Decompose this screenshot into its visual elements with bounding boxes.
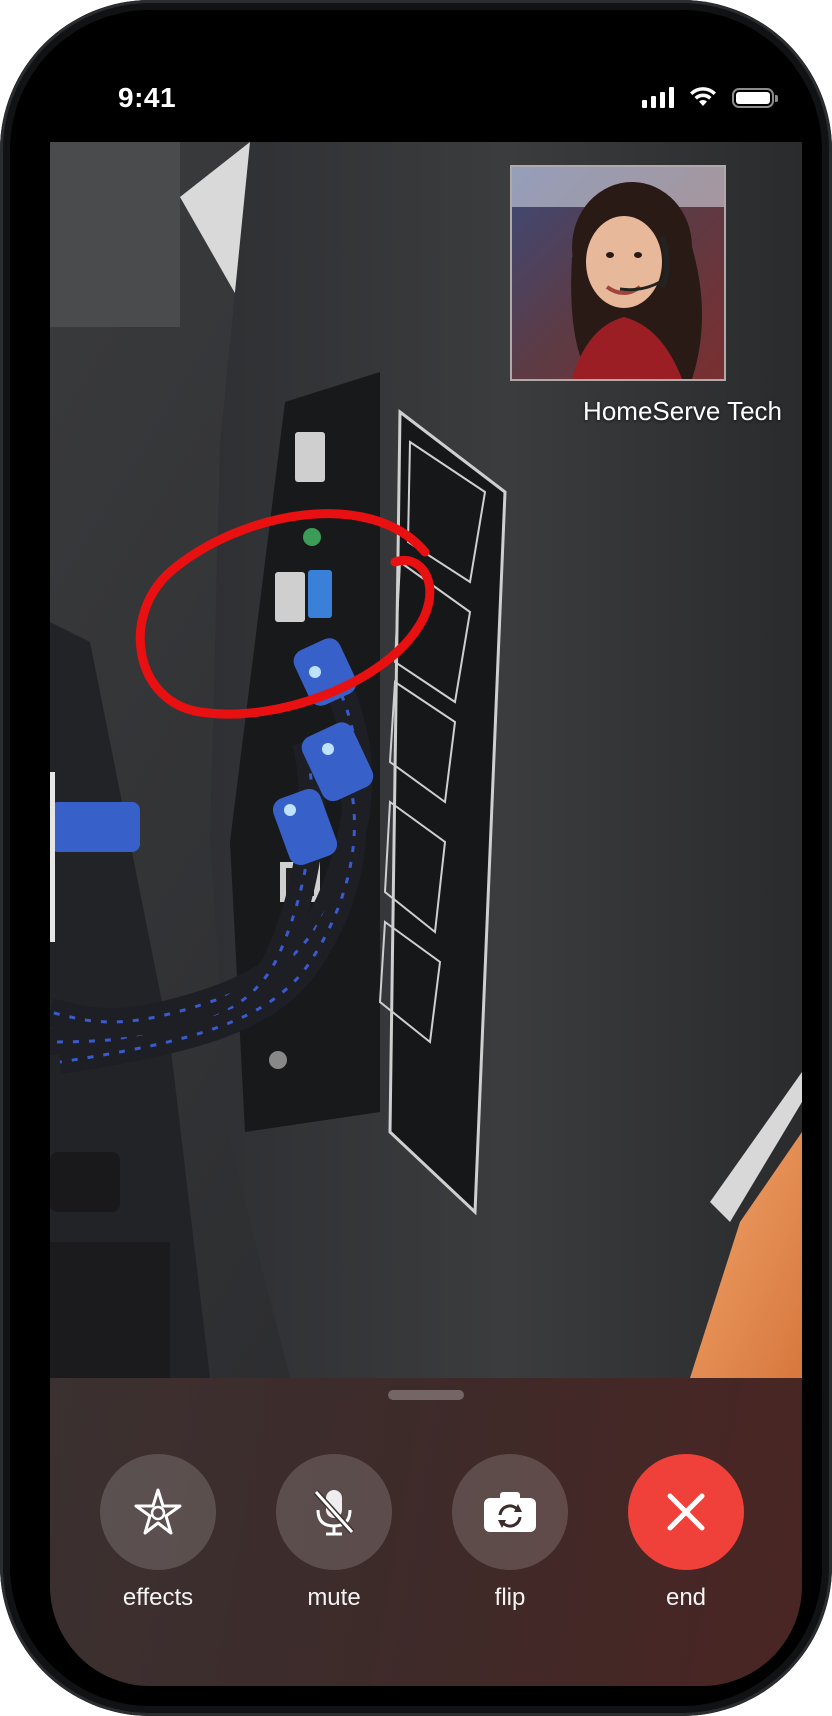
close-x-icon (667, 1493, 705, 1531)
cellular-signal-icon (642, 86, 674, 108)
call-controls-panel: effects mute flip end (50, 1378, 802, 1686)
flip-label: flip (494, 1584, 526, 1611)
end-call-button[interactable] (628, 1454, 744, 1570)
status-icons (642, 86, 778, 108)
end-label: end (665, 1584, 707, 1611)
end-control: end (628, 1454, 744, 1612)
mute-control: mute (276, 1454, 392, 1612)
phone-bezel: 9:41 HomeServe Tech effects mute flip en… (10, 10, 822, 1706)
camera-flip-icon (484, 1492, 536, 1532)
effects-label: effects (122, 1584, 194, 1611)
camera-feed (50, 142, 802, 1378)
microphone-muted-icon (313, 1489, 355, 1536)
flip-button[interactable] (452, 1454, 568, 1570)
battery-fill (736, 92, 770, 104)
mute-label: mute (307, 1584, 361, 1611)
technician-avatar (512, 167, 724, 379)
wifi-icon (690, 87, 716, 106)
phone-frame: 9:41 HomeServe Tech effects mute flip en… (0, 0, 832, 1716)
flip-control: flip (452, 1454, 568, 1612)
remote-video-pip[interactable] (510, 165, 726, 381)
status-bar: 9:41 (50, 50, 802, 142)
battery-icon (732, 88, 778, 108)
status-time: 9:41 (118, 82, 177, 113)
effects-control: effects (100, 1454, 216, 1612)
mute-button[interactable] (276, 1454, 392, 1570)
screen: 9:41 HomeServe Tech effects mute flip en… (50, 50, 802, 1686)
sheet-grabber[interactable] (388, 1390, 464, 1400)
effects-button[interactable] (100, 1454, 216, 1570)
remote-participant-name: HomeServe Tech (583, 396, 782, 426)
star-effects-icon (134, 1488, 182, 1535)
